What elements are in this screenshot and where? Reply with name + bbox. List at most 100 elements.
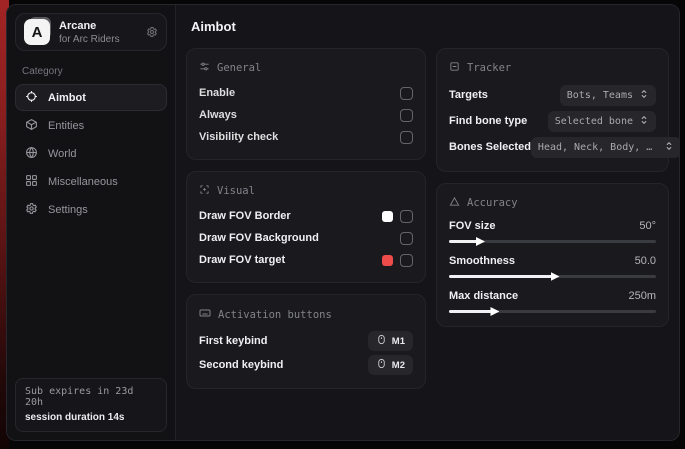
sidebar: A Arcane for Arc Riders Category Aimbot — [7, 5, 176, 440]
row-label: Draw FOV Border — [199, 210, 291, 222]
arcane-cheat-window: A Arcane for Arc Riders Category Aimbot — [6, 4, 680, 441]
always-checkbox[interactable] — [400, 109, 413, 122]
accuracy-header-label: Accuracy — [467, 197, 518, 209]
fov-target-checkbox[interactable] — [400, 254, 413, 267]
slider-thumb[interactable] — [476, 237, 485, 246]
smoothness-slider[interactable] — [449, 275, 656, 278]
row-label: Always — [199, 109, 237, 121]
session-duration-text: session duration 14s — [25, 412, 157, 423]
tracker-row-bones-selected: Bones Selected Head, Neck, Body, Pe.. — [449, 134, 656, 160]
row-label: Targets — [449, 89, 488, 101]
category-label: Category — [22, 66, 160, 77]
fov-size-slider-group: FOV size 50° — [449, 217, 656, 243]
brand-card: A Arcane for Arc Riders — [15, 13, 167, 51]
max-distance-slider[interactable] — [449, 310, 656, 313]
bones-selected-dropdown[interactable]: Head, Neck, Body, Pe.. — [531, 137, 679, 158]
scan-icon — [449, 61, 460, 75]
tracker-header-label: Tracker — [467, 62, 511, 74]
slider-fill — [449, 275, 553, 278]
slider-head: Max distance 250m — [449, 287, 656, 305]
row-label: Bones Selected — [449, 141, 531, 153]
slider-fill — [449, 240, 478, 243]
visual-row-fov-border: Draw FOV Border — [199, 205, 413, 227]
chevrons-up-down-icon — [639, 115, 649, 128]
chevrons-up-down-icon — [639, 89, 649, 102]
slider-label: FOV size — [449, 220, 495, 232]
slider-value: 50° — [639, 220, 656, 232]
left-column: General Enable Always Visibility check — [186, 48, 426, 389]
activation-card-header: Activation buttons — [199, 307, 413, 322]
activation-buttons-card: Activation buttons First keybind M1 — [186, 294, 426, 389]
row-label: Draw FOV target — [199, 254, 285, 266]
sidebar-item-entities[interactable]: Entities — [15, 112, 167, 139]
general-row-enable: Enable — [199, 82, 413, 104]
find-bone-type-dropdown[interactable]: Selected bone — [548, 111, 656, 132]
row-controls — [382, 210, 413, 223]
cube-icon — [25, 118, 38, 134]
chevrons-up-down-icon — [664, 141, 674, 154]
keybind-value: M1 — [392, 336, 405, 347]
accuracy-card-header: Accuracy — [449, 196, 656, 210]
keyboard-icon — [199, 307, 211, 322]
mouse-icon — [376, 358, 387, 372]
targets-dropdown[interactable]: Bots, Teams — [560, 85, 656, 106]
fov-border-checkbox[interactable] — [400, 210, 413, 223]
row-label: Visibility check — [199, 131, 278, 143]
fov-background-checkbox[interactable] — [400, 232, 413, 245]
first-keybind-button[interactable]: M1 — [368, 331, 413, 351]
row-label: Second keybind — [199, 359, 283, 371]
sliders-icon — [199, 61, 210, 75]
fov-target-color-swatch[interactable] — [382, 255, 393, 266]
crosshair-icon — [25, 90, 38, 106]
activation-row-first-keybind: First keybind M1 — [199, 329, 413, 353]
dropdown-value: Bots, Teams — [567, 90, 633, 101]
mouse-icon — [376, 334, 387, 348]
sidebar-item-world[interactable]: World — [15, 140, 167, 167]
general-card-header: General — [199, 61, 413, 75]
brand-gear-icon[interactable] — [146, 26, 158, 38]
slider-fill — [449, 310, 492, 313]
dropdown-value: Selected bone — [555, 116, 633, 127]
sidebar-item-miscellaneous[interactable]: Miscellaneous — [15, 168, 167, 195]
slider-value: 50.0 — [635, 255, 656, 267]
second-keybind-button[interactable]: M2 — [368, 355, 413, 375]
general-row-visibility-check: Visibility check — [199, 126, 413, 148]
row-label: Draw FOV Background — [199, 232, 319, 244]
sidebar-nav: Aimbot Entities World — [15, 84, 167, 224]
sidebar-item-label: Settings — [48, 204, 88, 216]
visual-card: Visual Draw FOV Border Draw FOV Backgrou… — [186, 171, 426, 283]
brand-logo: A — [24, 19, 50, 45]
slider-value: 250m — [628, 290, 656, 302]
tracker-row-find-bone-type: Find bone type Selected bone — [449, 108, 656, 134]
focus-icon — [199, 184, 210, 198]
sub-expiry-text: Sub expires in 23d 20h — [25, 386, 157, 408]
grid-icon — [25, 174, 38, 190]
right-column: Tracker Targets Bots, Teams — [436, 48, 669, 327]
row-label: Find bone type — [449, 115, 527, 127]
row-controls — [400, 232, 413, 245]
card-columns: General Enable Always Visibility check — [186, 48, 669, 389]
general-card: General Enable Always Visibility check — [186, 48, 426, 160]
slider-head: Smoothness 50.0 — [449, 252, 656, 270]
fov-border-color-swatch[interactable] — [382, 211, 393, 222]
gear-icon — [25, 202, 38, 218]
activation-header-label: Activation buttons — [218, 309, 332, 321]
brand-text: Arcane for Arc Riders — [59, 20, 137, 45]
globe-icon — [25, 146, 38, 162]
page-title: Aimbot — [191, 19, 669, 34]
general-header-label: General — [217, 62, 261, 74]
brand-title: Arcane — [59, 20, 137, 32]
enable-checkbox[interactable] — [400, 87, 413, 100]
sidebar-item-aimbot[interactable]: Aimbot — [15, 84, 167, 111]
row-label: First keybind — [199, 335, 267, 347]
max-distance-slider-group: Max distance 250m — [449, 287, 656, 313]
tracker-row-targets: Targets Bots, Teams — [449, 82, 656, 108]
visibility-check-checkbox[interactable] — [400, 131, 413, 144]
slider-thumb[interactable] — [551, 272, 560, 281]
slider-head: FOV size 50° — [449, 217, 656, 235]
fov-size-slider[interactable] — [449, 240, 656, 243]
slider-thumb[interactable] — [490, 307, 499, 316]
brand-logo-letter: A — [24, 19, 50, 45]
sidebar-item-label: Aimbot — [48, 92, 86, 104]
sidebar-item-settings[interactable]: Settings — [15, 196, 167, 223]
